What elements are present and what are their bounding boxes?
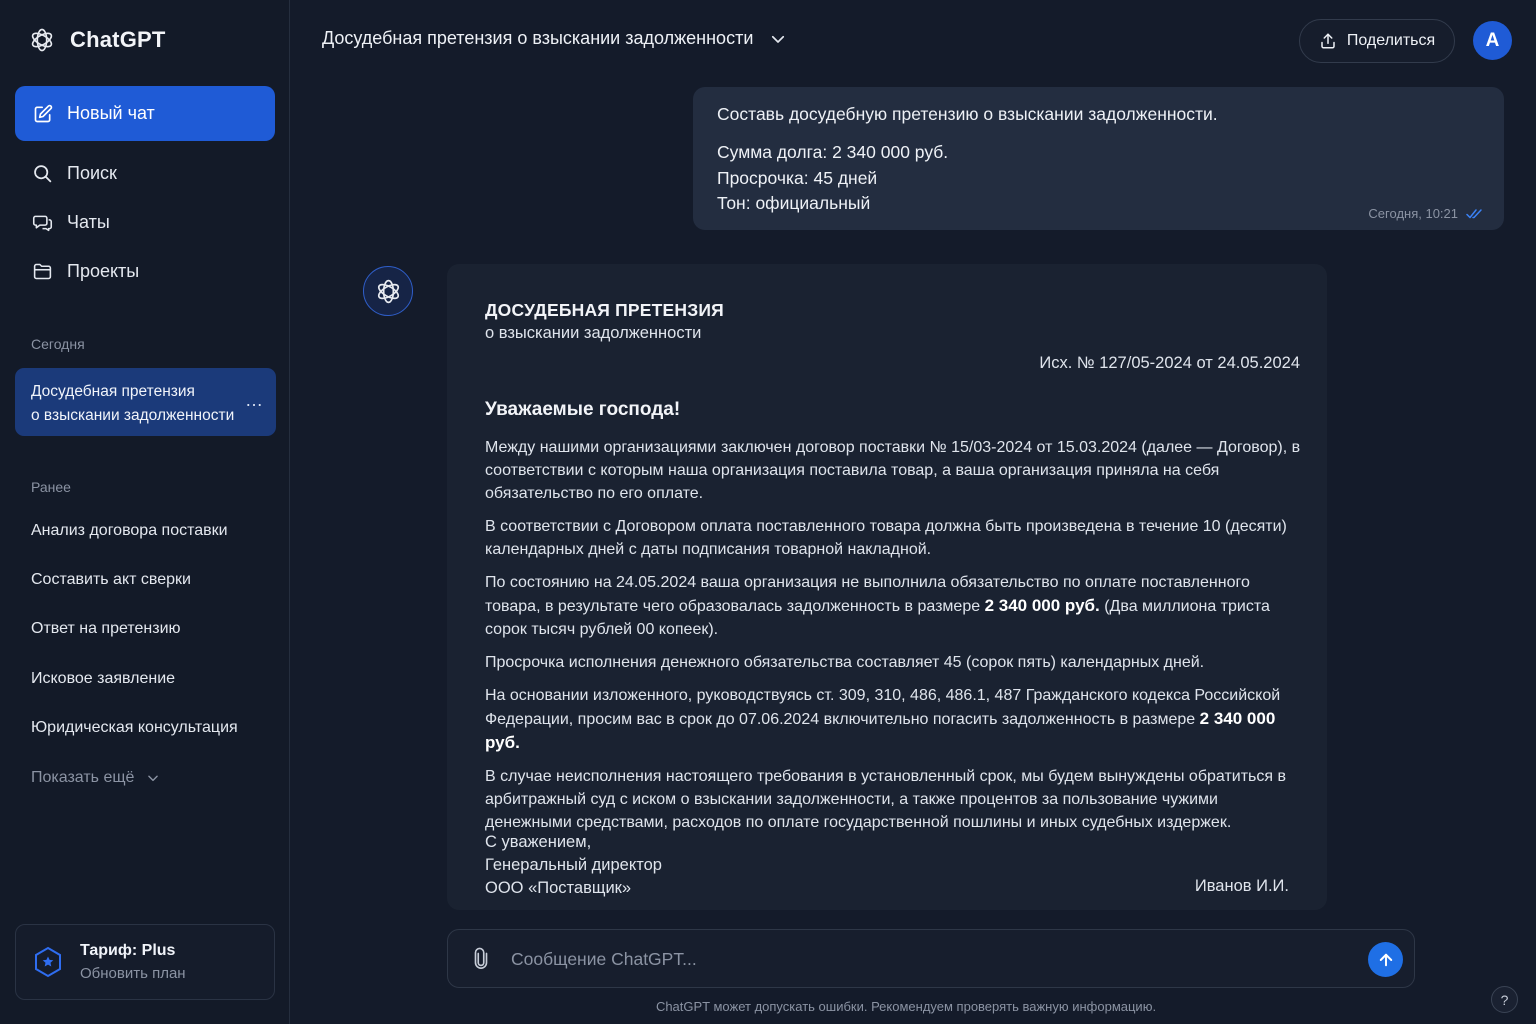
paperclip-icon[interactable] (470, 947, 492, 971)
nav-projects-label: Проекты (67, 260, 140, 281)
document-subtitle: о взыскании задолженности (485, 324, 702, 342)
plan-title: Тариф: Plus (80, 942, 176, 959)
history-item[interactable]: Ответ на претензию (31, 620, 181, 638)
new-chat-label: Новый чат (67, 103, 155, 123)
chevron-down-icon (148, 775, 159, 782)
user-message-line: Тон: официальный (717, 193, 871, 213)
message-input[interactable] (511, 942, 1341, 976)
search-icon (34, 164, 52, 182)
disclaimer: ChatGPT может допускать ошибки. Рекоменд… (655, 999, 1157, 1014)
document-title: ДОСУДЕБНАЯ ПРЕТЕНЗИЯ (485, 300, 724, 320)
document-signature: С уважением, Генеральный директор ООО «П… (485, 831, 662, 900)
section-earlier: Ранее (31, 479, 71, 495)
nav-chats[interactable]: Чаты (32, 207, 110, 237)
plan-badge-icon (35, 946, 61, 978)
history-item[interactable]: Юридическая консультация (31, 719, 238, 737)
history-item[interactable]: Анализ договора поставки (31, 522, 228, 540)
user-message-text: Составь досудебную претензию о взыскании… (717, 104, 1218, 124)
share-icon (1321, 33, 1335, 49)
user-message-line: Сумма долга: 2 340 000 руб. (717, 142, 949, 162)
assistant-avatar (363, 266, 413, 316)
signer-name: Иванов И.И. (1194, 877, 1289, 895)
folder-icon (33, 263, 52, 279)
message-composer (447, 929, 1415, 988)
chevron-down-icon (772, 35, 785, 43)
document-paragraph: Просрочка исполнения денежного обязатель… (485, 654, 1205, 671)
chat-item-title-line2: о взыскании задолженности (31, 407, 235, 424)
arrow-up-icon (1379, 953, 1392, 966)
message-meta: Сегодня, 10:21 (1368, 206, 1484, 221)
edit-icon (34, 104, 53, 122)
double-check-icon (1466, 208, 1482, 218)
nav-search[interactable]: Поиск (32, 158, 117, 188)
nav-chats-label: Чаты (67, 211, 110, 232)
document-paragraph: В случае неисполнения настоящего требова… (485, 768, 1286, 831)
brand-name: ChatGPT (70, 27, 166, 52)
openai-logo-icon (31, 28, 53, 52)
chat-title-dropdown[interactable]: Досудебная претензия о взыскании задолже… (322, 28, 787, 49)
document-paragraph: По состоянию на 24.05.2024 ваша организа… (485, 571, 1305, 641)
nav-search-label: Поиск (67, 162, 117, 183)
show-more-label: Показать ещё (31, 769, 135, 786)
share-button[interactable]: Поделиться (1299, 19, 1455, 63)
nav-projects[interactable]: Проекты (32, 256, 139, 286)
user-message: Составь досудебную претензию о взыскании… (693, 87, 1504, 230)
document-body: Между нашими организациями заключен дого… (485, 436, 1305, 844)
chats-icon (32, 215, 53, 231)
history-item[interactable]: Составить акт сверки (31, 571, 191, 589)
help-button[interactable]: ? (1491, 986, 1518, 1013)
document-reference: Исх. № 127/05-2024 от 24.05.2024 (1039, 354, 1300, 372)
message-timestamp: Сегодня, 10:21 (1368, 206, 1458, 221)
chat-item-active[interactable]: Досудебная претензия о взыскании задолже… (15, 368, 276, 436)
signature-line: ООО «Поставщик» (485, 879, 632, 897)
document-greeting: Уважаемые господа! (485, 399, 681, 420)
signature-line: С уважением, (485, 833, 592, 851)
history-item[interactable]: Исковое заявление (31, 670, 175, 688)
share-label: Поделиться (1346, 32, 1436, 49)
more-options-icon[interactable]: … (245, 390, 264, 411)
brand[interactable]: ChatGPT (28, 26, 166, 54)
user-avatar[interactable]: A (1473, 21, 1512, 60)
openai-logo-icon (377, 279, 399, 303)
document-paragraph: Между нашими организациями заключен дого… (485, 439, 1301, 502)
paragraph-text: На основании изложенного, руководствуясь… (485, 687, 1281, 728)
plan-card[interactable]: Тариф: Plus Обновить план (15, 924, 275, 1000)
debt-amount: 2 340 000 руб. (984, 596, 1100, 615)
document-paragraph: На основании изложенного, руководствуясь… (485, 684, 1305, 755)
sidebar: ChatGPT Новый чат Поиск Чаты Проекты Сег… (0, 0, 290, 1024)
plan-upgrade-link: Обновить план (80, 965, 186, 982)
new-chat-button[interactable]: Новый чат (15, 86, 275, 141)
chat-item-title-line1: Досудебная претензия (31, 383, 195, 400)
user-message-line: Просрочка: 45 дней (717, 167, 878, 188)
assistant-message: ДОСУДЕБНАЯ ПРЕТЕНЗИЯ о взыскании задолже… (447, 264, 1327, 910)
section-today: Сегодня (31, 336, 85, 352)
send-button[interactable] (1368, 942, 1403, 977)
signature-line: Генеральный директор (485, 856, 662, 874)
document-paragraph: В соответствии с Договором оплата постав… (485, 518, 1287, 558)
chat-title: Досудебная претензия о взыскании задолже… (322, 28, 754, 48)
show-more-button[interactable]: Показать ещё (31, 769, 160, 787)
